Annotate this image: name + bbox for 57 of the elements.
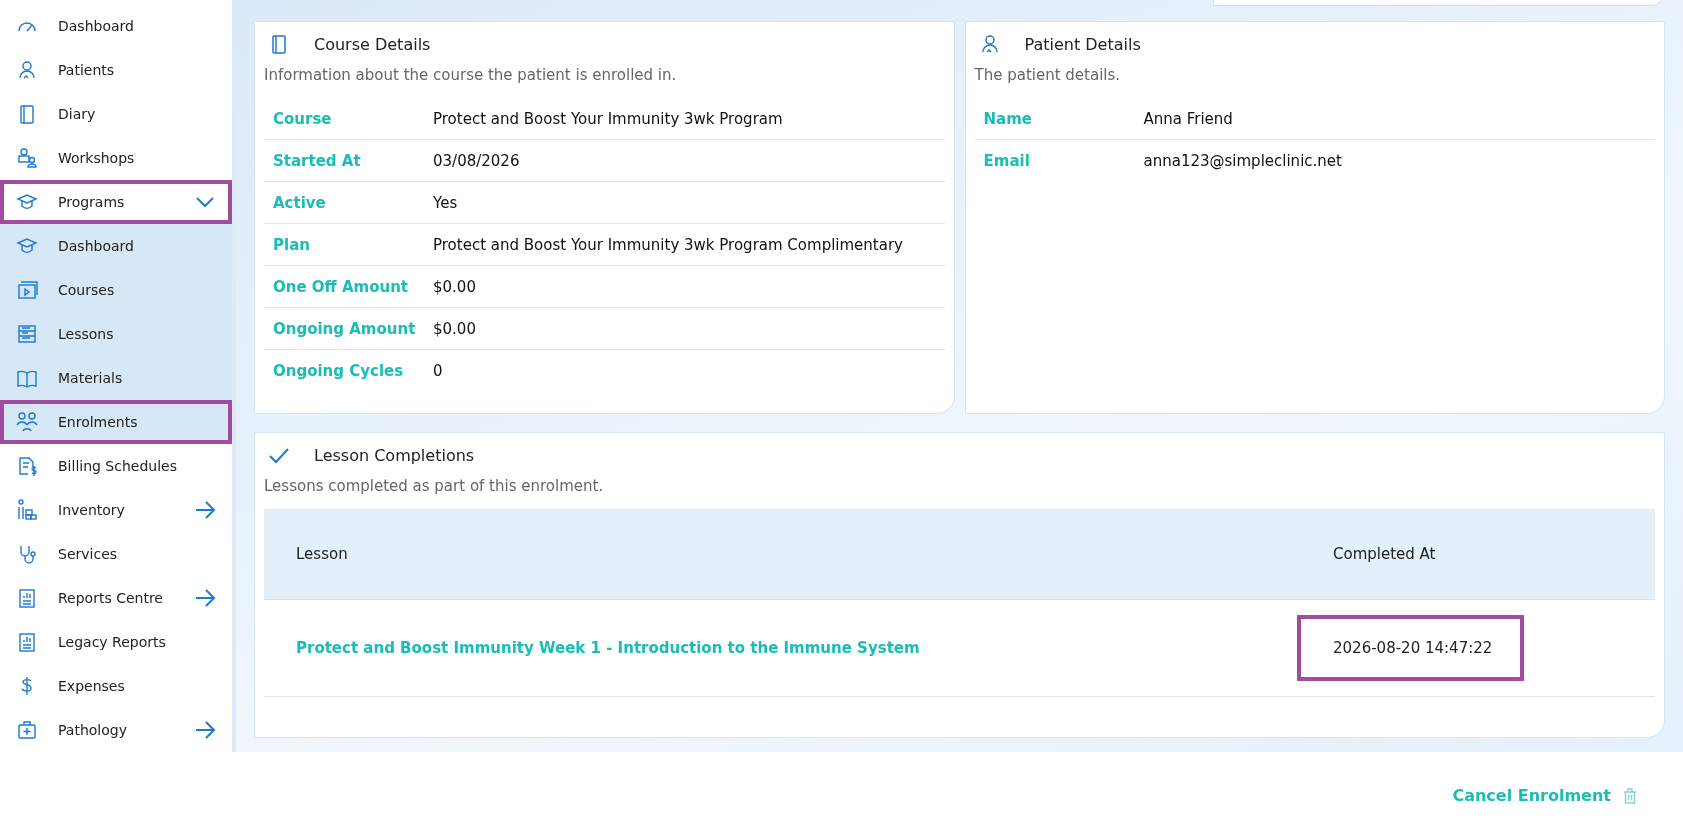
sidebar-item[interactable]: Programs [0, 180, 232, 224]
field-value: $0.00 [433, 319, 476, 338]
field-label: Ongoing Amount [273, 319, 417, 338]
column-header: Lesson [295, 545, 349, 563]
sidebar-item[interactable]: Reports Centre [0, 576, 232, 620]
card-description: The patient details. [974, 66, 1122, 84]
field-label: Course [273, 109, 333, 128]
field-value: Anna Friend [1143, 109, 1233, 128]
field-label: Ongoing Cycles [273, 361, 405, 380]
sidebar-item[interactable]: Expenses [0, 664, 232, 708]
field-value: Protect and Boost Your Immunity 3wk Program Complimentary [433, 235, 903, 254]
field-value: 03/08/2026 [433, 151, 520, 170]
arrow-right-icon[interactable] [194, 587, 216, 609]
sidebar-item[interactable]: Patients [0, 48, 232, 92]
sidebar-item[interactable]: Courses [0, 268, 232, 312]
sidebar-item[interactable]: Dashboard [0, 4, 232, 48]
field-value: 0 [433, 361, 443, 380]
field-label: Active [273, 193, 327, 212]
sidebar-item[interactable]: Lessons [0, 312, 232, 356]
field-label: Started At [273, 151, 362, 170]
card-title: Lesson Completions [314, 445, 475, 465]
invoice-icon [16, 455, 38, 477]
report-icon [16, 631, 38, 653]
field-label: Name [983, 109, 1033, 128]
card-title: Patient Details [1024, 34, 1141, 54]
video-window-icon [16, 279, 38, 301]
field-label: Plan [273, 235, 311, 254]
sidebar-item[interactable]: Dashboard [0, 224, 232, 268]
sidebar-item[interactable]: Workshops [0, 136, 232, 180]
column-header: Completed At [1333, 545, 1437, 563]
field-value: Protect and Boost Your Immunity 3wk Program [433, 109, 783, 128]
boxes-icon [16, 499, 38, 521]
list-icon [16, 323, 38, 345]
sidebar-item[interactable]: Pathology [0, 708, 232, 752]
person-icon [16, 59, 38, 81]
arrow-right-icon[interactable] [194, 499, 216, 521]
completed-at-cell: 2026-08-20 14:47:22 [1297, 615, 1525, 681]
card-description: Information about the course the patient is enrolled in. [264, 66, 678, 84]
sidebar-item[interactable]: Diary [0, 92, 232, 136]
sidebar-item[interactable]: Billing Schedules [0, 444, 232, 488]
sidebar-item[interactable]: Materials [0, 356, 232, 400]
field-label: One Off Amount [273, 277, 410, 296]
card-description: Lessons completed as part of this enrolment. [264, 477, 605, 495]
arrow-right-icon[interactable] [194, 719, 216, 741]
field-label: Email [983, 151, 1031, 170]
field-value: anna123@simpleclinic.net [1143, 151, 1342, 170]
medical-kit-icon [16, 719, 38, 741]
sidebar-item[interactable]: Enrolments [0, 400, 232, 444]
people-icon [16, 147, 38, 169]
group-icon [16, 411, 38, 433]
sidebar-item[interactable]: Inventory [0, 488, 232, 532]
sidebar-item[interactable]: Services [0, 532, 232, 576]
field-value: $0.00 [433, 277, 476, 296]
report-icon [16, 587, 38, 609]
card-title: Course Details [314, 34, 431, 54]
field-value: Yes [433, 193, 458, 212]
sidebar-item[interactable]: Legacy Reports [0, 620, 232, 664]
